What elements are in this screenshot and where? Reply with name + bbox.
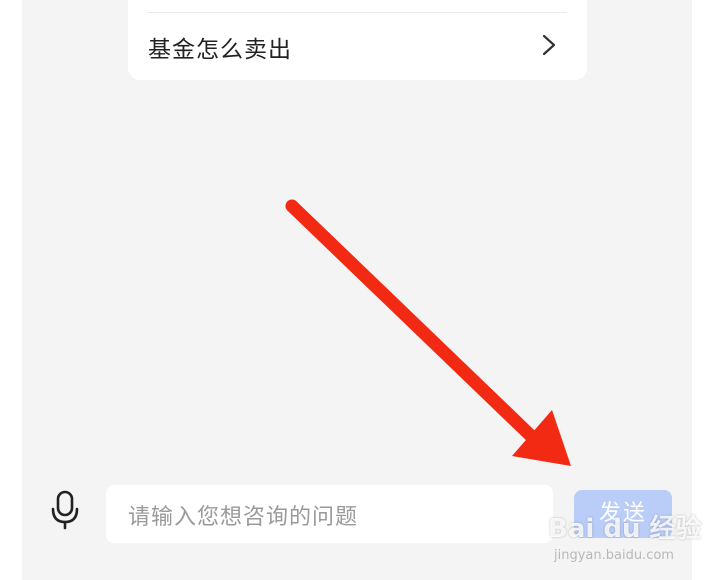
suggestion-question[interactable]: 基金怎么卖出: [148, 30, 292, 64]
microphone-icon[interactable]: [50, 490, 80, 530]
watermark-url: jingyan.baidu.com: [554, 548, 674, 563]
right-margin: [692, 0, 714, 580]
chevron-right-icon[interactable]: [539, 34, 559, 56]
question-input[interactable]: 请输入您想咨询的问题: [106, 485, 553, 543]
watermark-logo: Bai du 经验: [548, 514, 702, 544]
suggestion-card[interactable]: 基金怎么卖出: [128, 0, 587, 80]
input-placeholder: 请输入您想咨询的问题: [128, 505, 359, 530]
left-margin: [0, 0, 22, 580]
card-divider: [148, 12, 567, 13]
